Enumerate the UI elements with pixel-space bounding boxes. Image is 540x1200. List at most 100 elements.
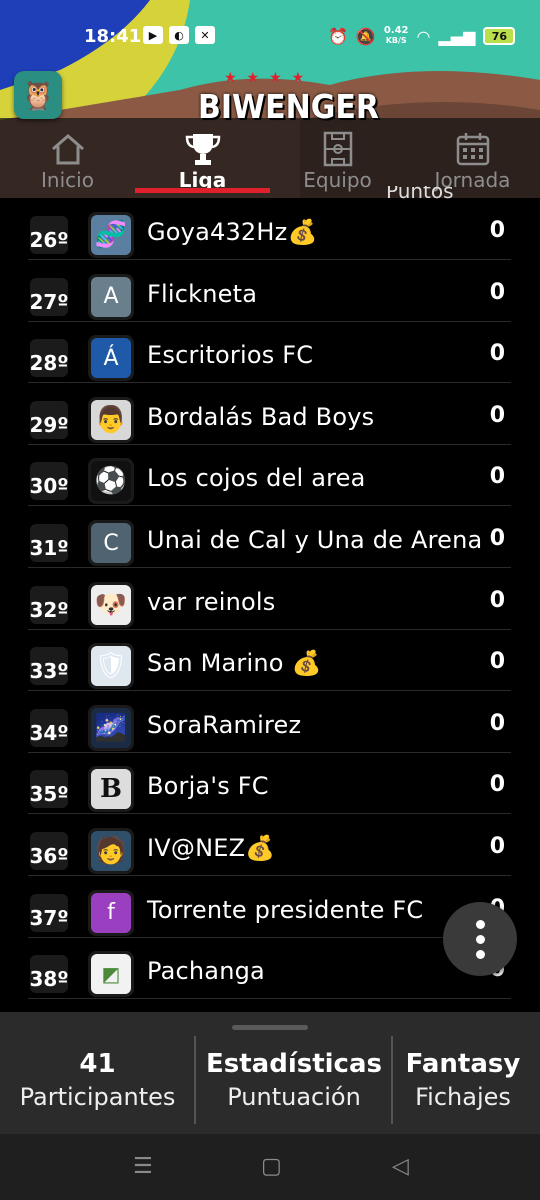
team-name[interactable]: IV@NEZ💰	[147, 834, 275, 862]
team-image: ⚽	[91, 461, 131, 502]
team-points: 0	[489, 279, 505, 305]
broken-image-icon: ◩	[91, 954, 131, 995]
standings-row[interactable]: 28º Á Escritorios FC 0	[28, 321, 511, 384]
stat-value: Estadísticas	[206, 1049, 382, 1079]
drag-handle[interactable]	[232, 1025, 308, 1030]
team-avatar: Á	[88, 335, 134, 382]
team-avatar: C	[88, 520, 134, 566]
rank-badge: 33º	[29, 647, 69, 686]
status-time: 18:41	[84, 26, 142, 47]
rank-badge: 28º	[29, 339, 69, 378]
stat-label: Puntuación	[227, 1083, 361, 1111]
more-options-button[interactable]	[443, 902, 517, 976]
team-name[interactable]: SoraRamirez	[147, 711, 301, 739]
team-points: 0	[489, 341, 505, 367]
team-name[interactable]: Pachanga	[147, 957, 265, 985]
speed-value: 0.42	[383, 25, 409, 36]
team-image: 🌌	[91, 707, 131, 748]
avatar-letter: A	[91, 276, 131, 317]
team-avatar: f	[88, 889, 134, 936]
rank-badge: 34º	[29, 708, 69, 747]
stat-participants[interactable]: 41 Participantes	[0, 1048, 195, 1128]
team-points: 0	[489, 587, 505, 613]
team-name[interactable]: Bordalás Bad Boys	[147, 403, 374, 431]
stat-value: Fantasy	[405, 1049, 521, 1079]
game-icon: ✕	[195, 26, 215, 44]
team-points: 0	[489, 402, 505, 428]
tab-label: Equipo	[303, 168, 372, 192]
team-points: 0	[489, 772, 505, 798]
stat-label: Participantes	[19, 1083, 176, 1111]
rank-badge: 30º	[29, 462, 69, 501]
team-image: 🧬	[91, 215, 131, 255]
standings-row[interactable]: 36º 🧑 IV@NEZ💰 0	[28, 814, 511, 876]
recent-apps-icon[interactable]: ☰	[133, 1154, 153, 1179]
team-image: 🛡	[91, 646, 131, 687]
stat-statistics[interactable]: Estadísticas Puntuación	[196, 1048, 392, 1128]
team-image: 👨	[91, 399, 131, 440]
standings-row[interactable]: 30º ⚽ Los cojos del area 0	[28, 444, 511, 507]
speed-unit: KB/S	[385, 36, 407, 45]
status-right: ⏰ 🔕 0.42 KB/S ◠ ▂▄▆ 76	[328, 25, 516, 46]
standings-row[interactable]: 26º 🧬 Goya432Hz💰 0	[28, 198, 511, 260]
avatar-letter: C	[91, 523, 131, 563]
active-tab-indicator	[135, 188, 270, 193]
owl-mascot-icon: 🦉	[20, 78, 56, 112]
team-name[interactable]: Goya432Hz💰	[147, 218, 318, 246]
team-name[interactable]: Borja's FC	[147, 772, 269, 800]
trophy-icon	[135, 130, 270, 168]
brand-wordmark: BIWENGER	[198, 88, 379, 127]
battery-indicator: 76	[483, 27, 516, 45]
team-name[interactable]: Los cojos del area	[147, 464, 366, 492]
team-name[interactable]: San Marino 💰	[147, 649, 322, 677]
standings-list: 26º 🧬 Goya432Hz💰 0 27º A Flickneta 0 28º Á Escrito…	[0, 198, 540, 1012]
youtube-icon: ▶	[143, 26, 163, 44]
standings-row[interactable]: 38º◩Pachanga0	[28, 937, 511, 1000]
standings-row[interactable]: 29º 👨 Bordalás Bad Boys 0	[28, 383, 511, 445]
calendar-icon	[405, 130, 540, 168]
rank-badge: 35º	[29, 770, 69, 809]
signal-icon: ▂▄▆	[438, 26, 476, 46]
tab-label: Inicio	[41, 168, 94, 192]
team-name[interactable]: var reinols	[147, 588, 275, 616]
team-name[interactable]: Flickneta	[147, 280, 257, 308]
standings-row[interactable]: 35º B Borja's FC 0	[28, 752, 511, 815]
rank-badge: 26º	[29, 216, 69, 254]
team-avatar: 🧑	[88, 828, 134, 874]
team-points: 0	[489, 649, 505, 675]
standings-row[interactable]: 31º C Unai de Cal y Una de Arena 0	[28, 506, 511, 568]
standings-row[interactable]: 33º 🛡 San Marino 💰 0	[28, 629, 511, 692]
team-avatar: 🌌	[88, 704, 134, 751]
team-name[interactable]: Unai de Cal y Una de Arena	[147, 526, 482, 554]
notification-icons: ▶ ◐ ✕	[143, 26, 215, 44]
team-avatar: 👨	[88, 396, 134, 443]
standings-row[interactable]: 34º 🌌 SoraRamirez 0	[28, 691, 511, 753]
tab-inicio[interactable]: Inicio	[0, 130, 135, 198]
team-name[interactable]: Escritorios FC	[147, 341, 313, 369]
team-image: B	[91, 769, 131, 810]
team-avatar: B	[88, 766, 134, 813]
standings-row[interactable]: 37ºfTorrente presidente FC0	[28, 876, 511, 938]
stat-value: 41	[79, 1049, 116, 1079]
team-avatar: 🛡	[88, 643, 134, 690]
stat-fantasy[interactable]: Fantasy Fichajes	[393, 1048, 533, 1128]
rank-badge: 37º	[29, 893, 69, 932]
standings-row[interactable]: 32º 🐶 var reinols 0	[28, 568, 511, 630]
more-vertical-icon	[475, 919, 485, 929]
team-avatar: A	[88, 273, 134, 320]
carrefour-icon: ◐	[169, 26, 189, 44]
avatar-letter: Á	[91, 338, 131, 379]
standings-row[interactable]: 27º A Flickneta 0	[28, 260, 511, 322]
app-logo[interactable]: 🦉	[14, 71, 62, 119]
app-root: 18:41 ▶ ◐ ✕ ⏰ 🔕 0.42 KB/S ◠ ▂▄▆ 76 🦉 ★★★…	[0, 0, 540, 1200]
team-avatar: ◩	[88, 951, 134, 998]
mute-icon: 🔕	[355, 26, 376, 46]
team-avatar: 🧬	[88, 212, 134, 258]
home-icon	[0, 130, 135, 168]
alarm-icon: ⏰	[328, 26, 348, 46]
home-button-icon[interactable]: ▢	[261, 1154, 282, 1179]
tab-equipo[interactable]: Equipo	[270, 130, 405, 198]
team-name[interactable]: Torrente presidente FC	[147, 896, 423, 924]
rank-badge: 32º	[29, 585, 69, 624]
back-icon[interactable]: ◁	[392, 1154, 409, 1179]
